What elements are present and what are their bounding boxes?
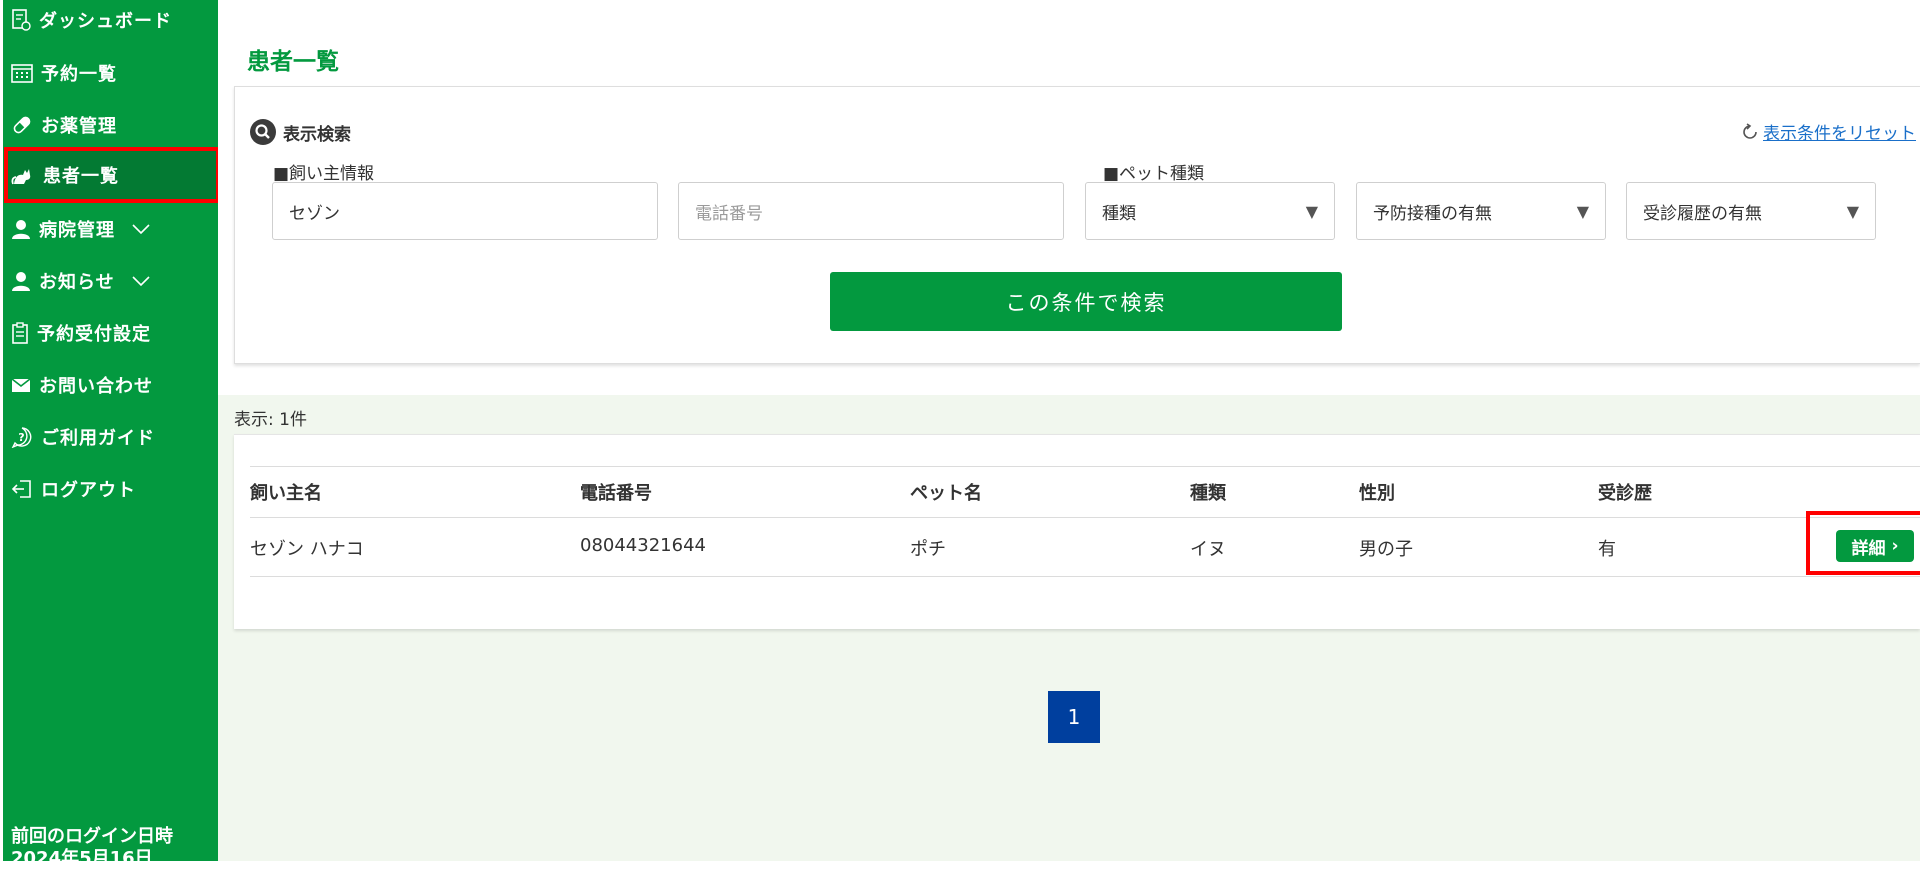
mail-icon bbox=[11, 378, 31, 392]
sidebar-item-label: 病院管理 bbox=[39, 220, 115, 241]
svg-text:?: ? bbox=[18, 431, 25, 444]
column-header-owner: 飼い主名 bbox=[250, 483, 322, 504]
page-title: 患者一覧 bbox=[247, 49, 339, 75]
owner-info-label: ■飼い主情報 bbox=[273, 164, 375, 184]
pill-icon bbox=[13, 116, 31, 134]
column-header-kind: 種類 bbox=[1190, 483, 1226, 504]
sidebar-item-label: ご利用ガイド bbox=[41, 428, 155, 449]
reset-conditions-link[interactable]: 表示条件をリセット bbox=[1741, 119, 1916, 144]
calendar-icon bbox=[11, 64, 33, 83]
caret-down-icon: ▼ bbox=[1846, 201, 1859, 221]
sidebar-item-news[interactable]: お知らせ bbox=[7, 261, 215, 301]
column-header-phone: 電話番号 bbox=[580, 483, 652, 504]
detail-highlight: 詳細 › bbox=[1806, 511, 1920, 575]
table-divider bbox=[250, 466, 1920, 467]
column-header-pet-name: ペット名 bbox=[910, 483, 982, 504]
phone-number-input[interactable]: 電話番号 bbox=[678, 182, 1064, 240]
cell-phone: 08044321644 bbox=[580, 535, 706, 556]
logout-icon bbox=[11, 480, 31, 498]
column-header-sex: 性別 bbox=[1359, 483, 1395, 504]
sidebar-item-hospital[interactable]: 病院管理 bbox=[7, 209, 215, 249]
sidebar-item-label: 予約一覧 bbox=[41, 64, 117, 85]
user-icon bbox=[12, 272, 30, 291]
cat-icon bbox=[11, 169, 31, 185]
sidebar-item-label: ログアウト bbox=[41, 480, 136, 501]
clipboard-icon bbox=[12, 322, 28, 344]
visit-history-select[interactable]: 受診履歴の有無 ▼ bbox=[1626, 182, 1876, 240]
sidebar-item-guide[interactable]: ? ご利用ガイド bbox=[7, 417, 215, 457]
sidebar-item-label: お薬管理 bbox=[41, 116, 117, 137]
detail-button[interactable]: 詳細 › bbox=[1836, 530, 1914, 562]
refresh-icon bbox=[1743, 122, 1757, 139]
sidebar-item-label: お知らせ bbox=[39, 272, 115, 293]
sidebar-item-reservations[interactable]: 予約一覧 bbox=[7, 53, 215, 93]
last-login-label: 前回のログイン日時 bbox=[11, 826, 173, 847]
chevron-down-icon bbox=[132, 224, 150, 235]
user-icon bbox=[12, 220, 30, 239]
visit-history-select-value: 受診履歴の有無 bbox=[1643, 203, 1762, 224]
sidebar-item-dashboard[interactable]: ダッシュボード bbox=[7, 0, 215, 40]
reset-conditions-label: 表示条件をリセット bbox=[1763, 124, 1916, 144]
sidebar-item-contact[interactable]: お問い合わせ bbox=[7, 365, 215, 405]
vaccination-select-value: 予防接種の有無 bbox=[1373, 203, 1492, 224]
search-submit-button[interactable]: この条件で検索 bbox=[830, 272, 1342, 331]
dashboard-icon bbox=[12, 9, 31, 31]
last-login-info: 前回のログイン日時 2024年5月16日 bbox=[11, 826, 173, 870]
sidebar-item-label: ダッシュボード bbox=[39, 11, 172, 32]
sidebar-item-medicine[interactable]: お薬管理 bbox=[7, 105, 215, 145]
owner-name-input[interactable]: セゾン bbox=[272, 182, 658, 240]
table-divider bbox=[250, 576, 1920, 577]
search-icon bbox=[250, 119, 276, 145]
main-content: 患者一覧 表示検索 表示条件をリセット ■飼い主情報 ■ペット種類 セゾン 電話… bbox=[218, 0, 1920, 861]
cell-kind: イヌ bbox=[1190, 539, 1226, 560]
vaccination-select[interactable]: 予防接種の有無 ▼ bbox=[1356, 182, 1606, 240]
pagination-page-button[interactable]: 1 bbox=[1048, 691, 1100, 743]
sidebar-item-label: 予約受付設定 bbox=[37, 324, 151, 345]
pet-type-label: ■ペット種類 bbox=[1103, 164, 1205, 184]
sidebar-item-label: お問い合わせ bbox=[39, 376, 153, 397]
sidebar-item-patients[interactable]: 患者一覧 bbox=[4, 147, 220, 203]
caret-down-icon: ▼ bbox=[1305, 201, 1318, 221]
last-login-date: 2024年5月16日 bbox=[11, 848, 153, 869]
search-heading-label: 表示検索 bbox=[283, 124, 351, 145]
cell-pet-name: ポチ bbox=[910, 539, 946, 560]
sidebar: ダッシュボード 予約一覧 お薬管理 患者一覧 病院管理 お知らせ 予約受付設定 … bbox=[0, 0, 220, 869]
cell-sex: 男の子 bbox=[1359, 539, 1413, 560]
result-count: 表示: 1件 bbox=[234, 410, 307, 430]
pet-kind-select[interactable]: 種類 ▼ bbox=[1085, 182, 1335, 240]
chevron-right-icon: › bbox=[1891, 536, 1899, 556]
pet-kind-select-value: 種類 bbox=[1102, 203, 1136, 224]
help-icon: ? bbox=[11, 427, 32, 448]
sidebar-item-reservation-settings[interactable]: 予約受付設定 bbox=[7, 313, 215, 353]
search-heading: 表示検索 bbox=[249, 118, 351, 146]
table-divider bbox=[250, 517, 1920, 518]
sidebar-item-label: 患者一覧 bbox=[43, 166, 119, 187]
caret-down-icon: ▼ bbox=[1576, 201, 1589, 221]
chevron-down-icon bbox=[132, 276, 150, 287]
sidebar-item-logout[interactable]: ログアウト bbox=[7, 469, 215, 509]
cell-history: 有 bbox=[1598, 539, 1616, 560]
cell-owner-name: セゾン ハナコ bbox=[250, 539, 364, 560]
search-panel: 表示検索 表示条件をリセット ■飼い主情報 ■ペット種類 セゾン 電話番号 種類… bbox=[234, 86, 1920, 364]
column-header-history: 受診歴 bbox=[1598, 483, 1652, 504]
detail-button-label: 詳細 bbox=[1851, 538, 1886, 559]
results-table: 飼い主名 電話番号 ペット名 種類 性別 受診歴 セゾン ハナコ 0804432… bbox=[234, 434, 1920, 629]
